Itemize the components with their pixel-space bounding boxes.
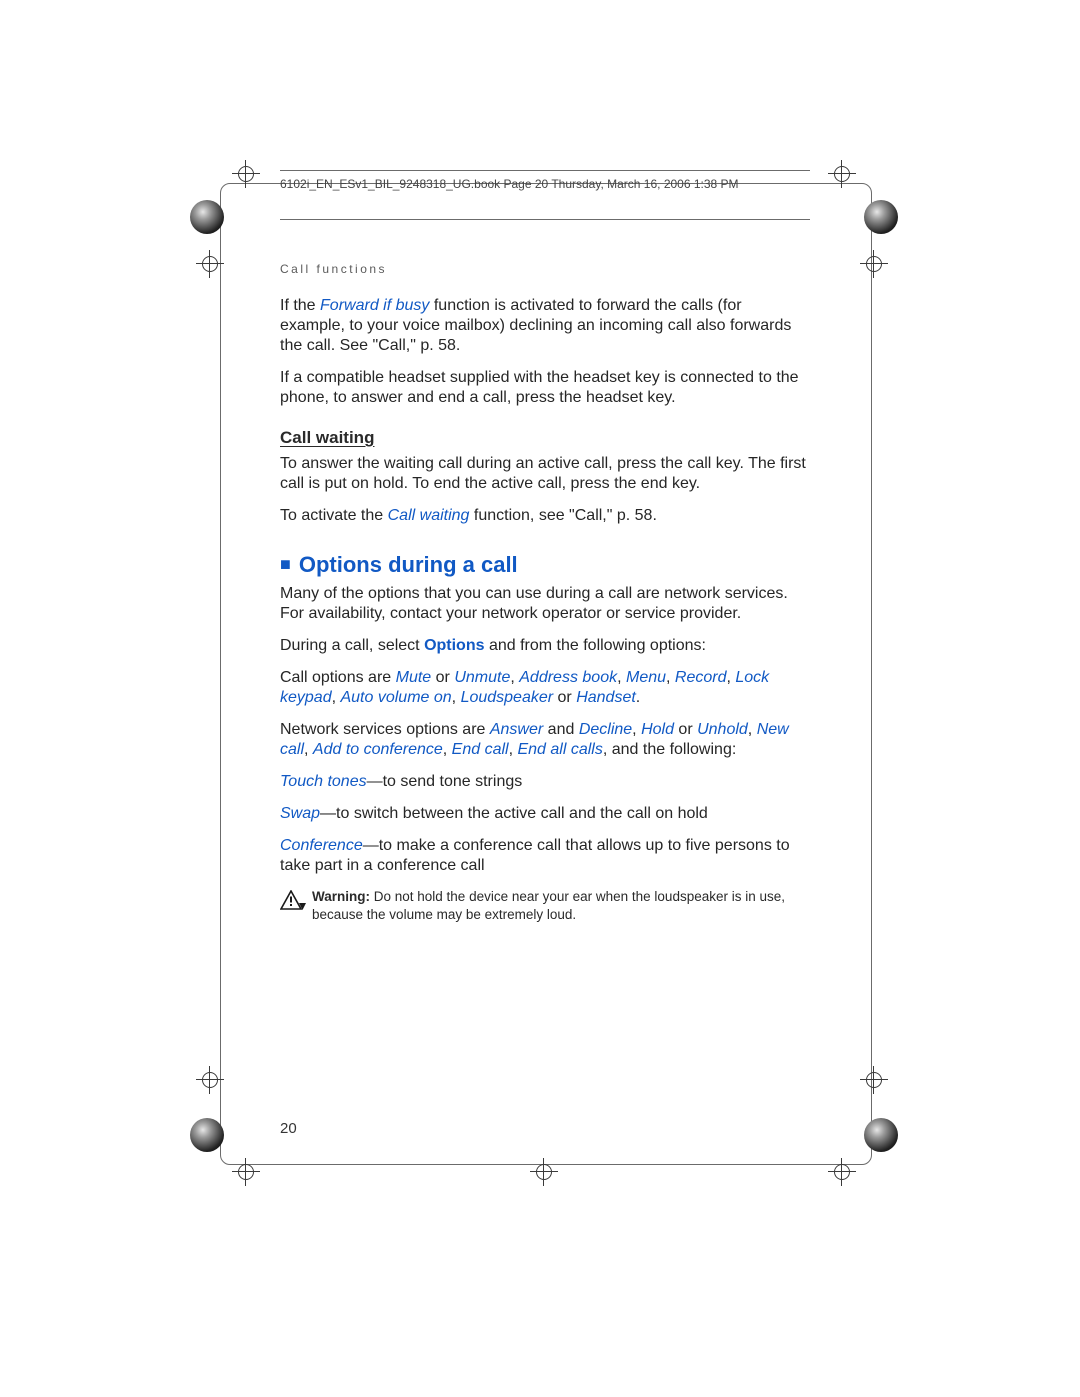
reg-cross-icon [860, 1066, 888, 1094]
para-touch-tones: Touch tones—to send tone strings [280, 772, 810, 792]
term-hold: Hold [641, 721, 674, 738]
text: and from the following options: [485, 637, 706, 654]
text: , [748, 721, 757, 738]
term-touch-tones: Touch tones [280, 773, 367, 790]
term-address-book: Address book [519, 669, 617, 686]
text: or [674, 721, 697, 738]
para-network-options: Network services options are Answer and … [280, 720, 810, 760]
reg-cross-icon [232, 160, 260, 188]
para-forward-if-busy: If the Forward if busy function is activ… [280, 296, 810, 356]
para-call-waiting-2: To activate the Call waiting function, s… [280, 506, 810, 526]
text: To activate the [280, 507, 388, 524]
warning-block: Warning: Do not hold the device near you… [280, 888, 810, 923]
term-loudspeaker: Loudspeaker [461, 689, 554, 706]
text: or [431, 669, 454, 686]
text: , and the following: [603, 741, 736, 758]
page-number: 20 [280, 1120, 297, 1137]
term-add-conference: Add to conference [313, 741, 443, 758]
text: Call options are [280, 669, 396, 686]
text: . [636, 689, 640, 706]
text: , [617, 669, 626, 686]
term-conference: Conference [280, 837, 363, 854]
term-unmute: Unmute [454, 669, 510, 686]
reg-sphere-icon [190, 200, 224, 234]
text: If the [280, 297, 320, 314]
book-header: 6102i_EN_ESv1_BIL_9248318_UG.book Page 2… [280, 177, 810, 191]
text: During a call, select [280, 637, 424, 654]
term-decline: Decline [579, 721, 632, 738]
term-unhold: Unhold [697, 721, 748, 738]
term-handset: Handset [576, 689, 636, 706]
reg-cross-icon [860, 250, 888, 278]
section-label: Call functions [280, 262, 810, 276]
text: and [543, 721, 579, 738]
reg-cross-icon [196, 1066, 224, 1094]
text: —to send tone strings [367, 773, 523, 790]
warning-icon [280, 890, 306, 912]
para-call-options: Call options are Mute or Unmute, Address… [280, 668, 810, 708]
term-record: Record [675, 669, 727, 686]
para-conference: Conference—to make a conference call tha… [280, 836, 810, 876]
term-auto-volume: Auto volume on [340, 689, 451, 706]
text: function, see "Call," p. 58. [469, 507, 656, 524]
term-mute: Mute [396, 669, 432, 686]
text: Network services options are [280, 721, 490, 738]
term-end-all-calls: End all calls [517, 741, 602, 758]
reg-cross-icon [196, 250, 224, 278]
header-rule [280, 170, 810, 171]
term-options: Options [424, 637, 484, 654]
warning-label: Warning: [312, 889, 370, 904]
page-content: 6102i_EN_ESv1_BIL_9248318_UG.book Page 2… [280, 170, 810, 923]
para-options-intro: Many of the options that you can use dur… [280, 584, 810, 624]
subhead-call-waiting: Call waiting [280, 428, 810, 448]
reg-cross-icon [232, 1158, 260, 1186]
para-swap: Swap—to switch between the active call a… [280, 804, 810, 824]
text: —to switch between the active call and t… [320, 805, 708, 822]
text: , [632, 721, 641, 738]
text: , [452, 689, 461, 706]
heading-options-during-call: Options during a call [280, 552, 810, 578]
para-headset: If a compatible headset supplied with th… [280, 368, 810, 408]
text: , [304, 741, 313, 758]
term-swap: Swap [280, 805, 320, 822]
term-answer: Answer [490, 721, 543, 738]
para-call-waiting-1: To answer the waiting call during an act… [280, 454, 810, 494]
text: or [553, 689, 576, 706]
reg-sphere-icon [864, 200, 898, 234]
text: , [443, 741, 452, 758]
reg-cross-icon [828, 1158, 856, 1186]
term-menu: Menu [626, 669, 666, 686]
text: , [666, 669, 675, 686]
warning-body: Do not hold the device near your ear whe… [312, 889, 785, 922]
reg-sphere-icon [864, 1118, 898, 1152]
para-options-select: During a call, select Options and from t… [280, 636, 810, 656]
term-forward-if-busy: Forward if busy [320, 297, 429, 314]
term-end-call: End call [452, 741, 509, 758]
header-rule [280, 219, 810, 220]
reg-cross-icon [828, 160, 856, 188]
reg-cross-icon [530, 1158, 558, 1186]
reg-sphere-icon [190, 1118, 224, 1152]
term-call-waiting: Call waiting [388, 507, 470, 524]
warning-text: Warning: Do not hold the device near you… [312, 888, 810, 923]
text: , [510, 669, 519, 686]
